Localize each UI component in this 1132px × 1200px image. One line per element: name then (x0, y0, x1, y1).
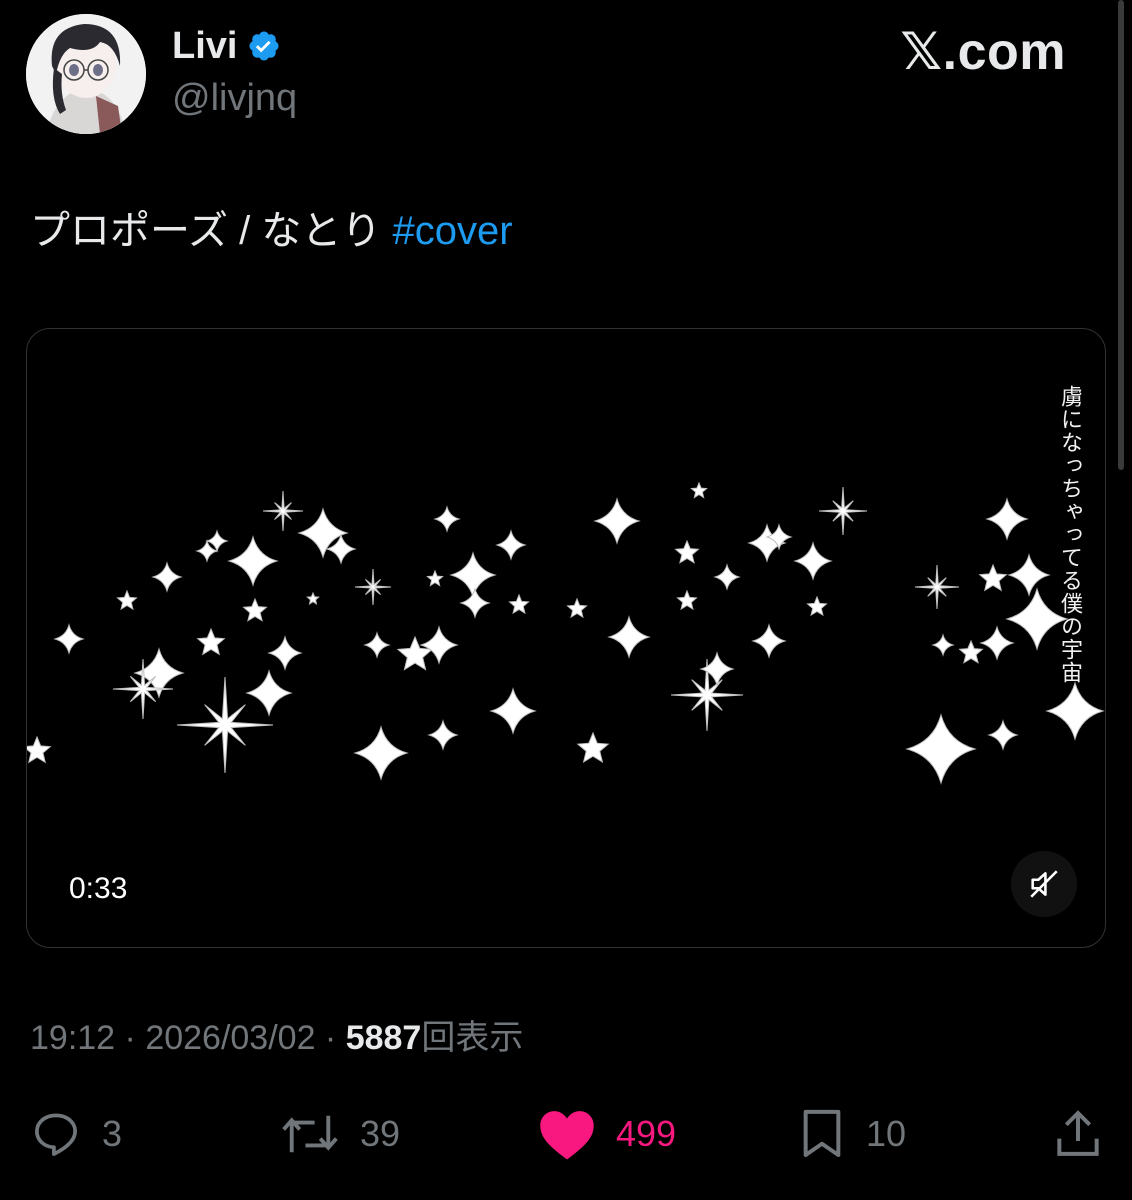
mute-button[interactable] (1011, 851, 1077, 917)
sparkle-star (713, 563, 741, 591)
reply-count: 3 (102, 1113, 123, 1154)
sparkle-star (979, 625, 1015, 661)
sparkle-star (426, 569, 444, 587)
x-logo-label: 𝕏.com (900, 23, 1066, 81)
sparkle-star (196, 627, 226, 656)
author-name-row[interactable]: Livi (172, 24, 281, 68)
view-count-label: 回表示 (421, 1019, 524, 1057)
repost-arrows-icon (282, 1115, 338, 1153)
sparkle-star (676, 589, 698, 611)
sparkle-star (958, 639, 984, 664)
sparkle-star (1045, 681, 1105, 741)
author-handle[interactable]: @livjnq (172, 76, 297, 120)
sparkle-star (27, 735, 52, 764)
share-button[interactable] (1050, 1104, 1106, 1164)
sparkle-star (354, 568, 392, 606)
sparkle-star (818, 486, 868, 536)
sparkle-star (508, 593, 530, 615)
sparkle-star (1007, 553, 1051, 597)
sparkle-star (419, 625, 459, 665)
sparkle-star (914, 564, 960, 610)
sparkle-star (607, 615, 651, 659)
sparkle-star (396, 635, 434, 671)
reply-bubble-icon (35, 1113, 77, 1156)
sparkle-star (987, 719, 1019, 751)
sparkle-star (576, 731, 610, 763)
sparkle-star (227, 535, 279, 587)
sparkle-star (262, 490, 304, 532)
speaker-muted-icon (1030, 870, 1058, 898)
sparkle-star (690, 481, 708, 499)
tweet-meta: 19:12 · 2026/03/02 · 5887回表示 (30, 1016, 523, 1060)
sparkle-star (363, 631, 391, 659)
sparkle-star (449, 551, 497, 599)
reply-button[interactable]: 3 (28, 1104, 122, 1164)
sparkle-star (116, 589, 138, 611)
sparkle-stars-artwork (27, 481, 1105, 785)
sparkle-star (806, 595, 828, 617)
sparkle-star (751, 623, 787, 659)
sparkle-star (306, 591, 320, 605)
hashtag-link[interactable]: #cover (392, 209, 512, 253)
avatar-image (26, 14, 146, 134)
bookmark-count: 10 (866, 1113, 907, 1154)
sparkle-star (151, 561, 183, 593)
sparkle-star (978, 563, 1008, 592)
tweet-time[interactable]: 19:12 (30, 1019, 115, 1057)
author-display-name[interactable]: Livi (172, 24, 237, 68)
video-player[interactable]: 虜になっちゃってる僕の宇宙 0:33 (26, 328, 1106, 948)
sparkle-star (353, 725, 409, 781)
tweet-body: プロポーズ / なとり (30, 209, 393, 253)
sparkle-star (905, 713, 977, 785)
repost-count: 39 (360, 1113, 401, 1154)
repost-button[interactable]: 39 (278, 1104, 400, 1164)
tweet-text: プロポーズ / なとり #cover (30, 204, 513, 258)
sparkle-star (931, 633, 955, 657)
avatar[interactable] (26, 14, 146, 134)
bookmark-button[interactable]: 10 (796, 1104, 906, 1164)
video-lyric-caption: 虜になっちゃってる僕の宇宙 (1057, 385, 1082, 684)
tweet-date[interactable]: 2026/03/02 (145, 1019, 315, 1057)
sparkle-star (245, 669, 293, 717)
sparkle-star (433, 505, 461, 533)
sparkle-star (242, 597, 268, 622)
sparkle-star (53, 623, 85, 655)
verified-badge-icon (249, 31, 279, 61)
scrollbar[interactable] (1118, 0, 1124, 470)
like-count: 499 (616, 1113, 677, 1154)
sparkle-star (459, 587, 491, 619)
sparkle-star (985, 497, 1029, 541)
sparkle-star (566, 597, 588, 619)
heart-filled-icon (540, 1111, 594, 1160)
sparkle-star (495, 529, 527, 561)
sparkle-star (793, 541, 833, 581)
sparkle-star (427, 719, 459, 751)
sparkle-star (489, 687, 537, 735)
sparkle-star (267, 635, 303, 671)
video-duration: 0:33 (57, 865, 140, 913)
meta-separator: · (115, 1019, 146, 1057)
view-count: 5887 (345, 1019, 422, 1057)
sparkle-star (674, 539, 700, 564)
sparkle-star (593, 497, 641, 545)
share-upload-icon (1057, 1110, 1099, 1156)
meta-separator: · (315, 1019, 346, 1057)
like-button[interactable]: 499 (536, 1104, 676, 1164)
bookmark-icon (803, 1109, 841, 1157)
